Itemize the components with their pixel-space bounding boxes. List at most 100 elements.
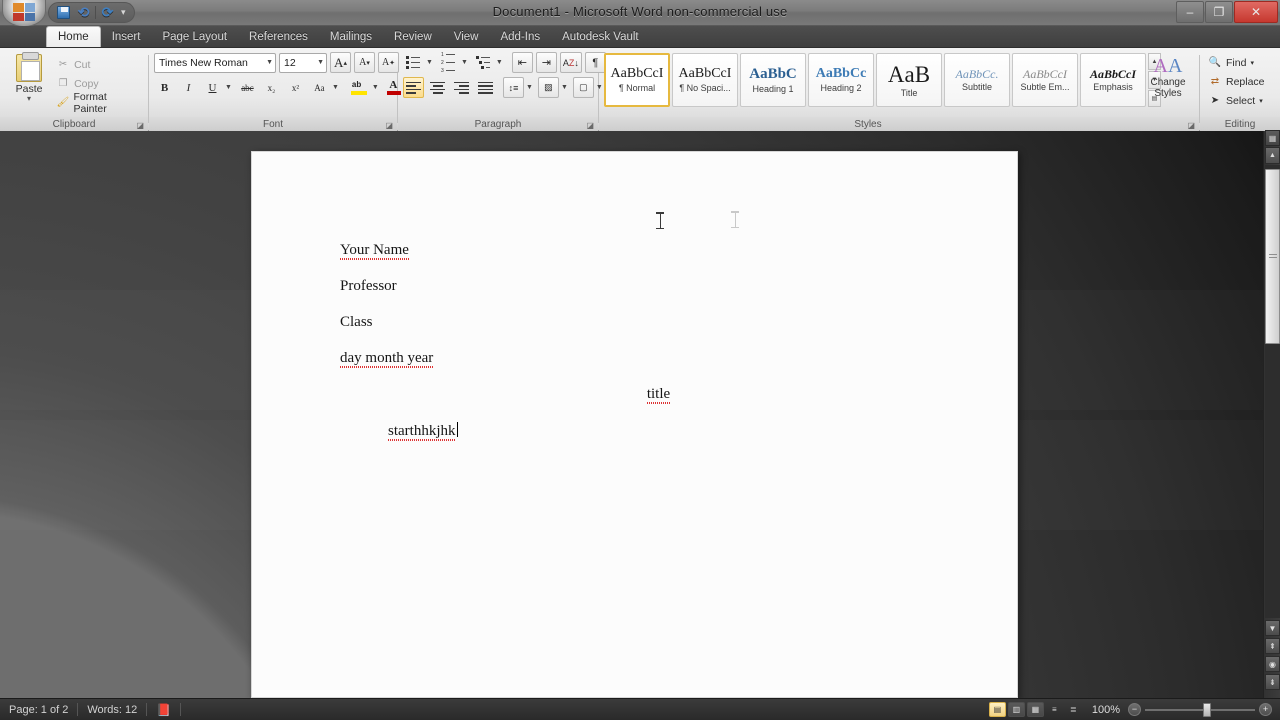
sort-icon[interactable]: AZ↓: [559, 52, 582, 73]
chevron-down-icon[interactable]: ▼: [459, 59, 470, 66]
format-painter-button[interactable]: 🖌 Format Painter: [53, 91, 143, 115]
underline-split-button[interactable]: U ▼: [202, 77, 234, 98]
numbering-split-button[interactable]: 123 ▼: [438, 52, 470, 74]
style-title[interactable]: AaB Title: [876, 53, 942, 107]
scrollbar-ruler-toggle-icon[interactable]: ▦: [1265, 130, 1280, 146]
styles-dialog-launcher[interactable]: ◪: [1187, 121, 1195, 130]
word-count-indicator[interactable]: Words: 12: [78, 704, 146, 716]
view-draft-button[interactable]: ≣: [1065, 702, 1082, 717]
document-page[interactable]: Your Name Professor Class day month year…: [251, 151, 1018, 698]
paragraph-dialog-launcher[interactable]: ◪: [586, 121, 594, 130]
style-subtitle[interactable]: AaBbCc. Subtitle: [944, 53, 1010, 107]
superscript-button[interactable]: x²: [285, 77, 306, 98]
style-no-spacing[interactable]: AaBbCcI ¶ No Spaci...: [672, 53, 738, 107]
minimize-button[interactable]: –: [1176, 1, 1204, 23]
zoom-in-button[interactable]: +: [1259, 703, 1272, 716]
chevron-down-icon[interactable]: ▼: [494, 59, 505, 66]
paragraph-title[interactable]: title: [340, 386, 977, 404]
align-right-icon[interactable]: [451, 77, 472, 98]
find-button[interactable]: 🔍 Find ▾: [1205, 54, 1257, 71]
view-outline-button[interactable]: ≡: [1046, 702, 1063, 717]
view-web-layout-button[interactable]: ▦: [1026, 702, 1044, 717]
style-normal[interactable]: AaBbCcI ¶ Normal: [604, 53, 670, 107]
undo-icon[interactable]: ⟲: [75, 4, 92, 21]
change-case-split-button[interactable]: Aa ▼: [309, 77, 341, 98]
zoom-slider[interactable]: [1145, 702, 1255, 717]
shrink-font-button[interactable]: A ▾: [354, 52, 375, 73]
line-spacing-icon[interactable]: ↕≡: [503, 77, 524, 98]
change-case-button[interactable]: Aa: [309, 77, 330, 98]
scrollbar-track[interactable]: [1265, 165, 1280, 618]
tab-autodesk-vault[interactable]: Autodesk Vault: [551, 26, 650, 47]
previous-page-button[interactable]: ⇞: [1265, 638, 1280, 654]
underline-button[interactable]: U: [202, 77, 223, 98]
scrollbar-thumb[interactable]: [1265, 169, 1280, 344]
style-subtle-emphasis[interactable]: AaBbCcI Subtle Em...: [1012, 53, 1078, 107]
clipboard-dialog-launcher[interactable]: ◪: [136, 121, 144, 130]
chevron-down-icon[interactable]: ▾: [1250, 59, 1254, 67]
chevron-down-icon[interactable]: ▼: [370, 84, 381, 91]
chevron-down-icon[interactable]: ▾: [121, 7, 126, 18]
view-full-screen-reading-button[interactable]: ▥: [1007, 702, 1025, 717]
grow-font-button[interactable]: A ▴: [330, 52, 351, 73]
chevron-down-icon[interactable]: ▼: [330, 84, 341, 91]
font-size-combobox[interactable]: 12 ▼: [279, 52, 327, 73]
paragraph-date[interactable]: day month year: [340, 350, 434, 368]
next-page-button[interactable]: ⇟: [1265, 674, 1280, 690]
document-text-body[interactable]: Your Name Professor Class day month year…: [340, 242, 977, 459]
text-highlight-icon[interactable]: ab: [348, 77, 370, 98]
font-name-combobox[interactable]: Times New Roman ▼: [154, 52, 276, 73]
close-button[interactable]: ✕: [1234, 1, 1278, 23]
page-indicator[interactable]: Page: 1 of 2: [0, 704, 77, 716]
paragraph-body-start[interactable]: starthhkjhk: [388, 422, 458, 441]
chevron-down-icon[interactable]: ▾: [1259, 97, 1263, 105]
chevron-down-icon[interactable]: ▾: [27, 95, 31, 103]
subscript-button[interactable]: x₂: [261, 77, 282, 98]
cut-button[interactable]: ✂ Cut: [53, 56, 143, 73]
view-print-layout-button[interactable]: ▤: [988, 702, 1006, 717]
zoom-out-button[interactable]: −: [1128, 703, 1141, 716]
style-heading-1[interactable]: AaBbC Heading 1: [740, 53, 806, 107]
select-browse-object-button[interactable]: ◉: [1265, 656, 1280, 672]
tab-insert[interactable]: Insert: [101, 26, 152, 47]
decrease-indent-icon[interactable]: ⇤: [511, 52, 533, 73]
tab-page-layout[interactable]: Page Layout: [151, 26, 238, 47]
paragraph-your-name[interactable]: Your Name: [340, 242, 409, 260]
multilevel-list-icon[interactable]: [473, 52, 494, 73]
tab-review[interactable]: Review: [383, 26, 443, 47]
chevron-down-icon[interactable]: ▼: [524, 84, 535, 91]
strikethrough-button[interactable]: abc: [237, 77, 258, 98]
align-center-icon[interactable]: [427, 77, 448, 98]
redo-icon[interactable]: ⟳: [99, 4, 116, 21]
bullets-split-button[interactable]: ▼: [403, 52, 435, 73]
vertical-scrollbar[interactable]: ▦ ▲ ▼ ⇞ ◉ ⇟: [1263, 130, 1280, 698]
text-highlight-split-button[interactable]: ab ▼: [348, 77, 381, 98]
restore-button[interactable]: ❐: [1205, 1, 1233, 23]
numbering-icon[interactable]: 123: [438, 52, 459, 74]
proofing-errors-icon[interactable]: 📕: [147, 703, 180, 717]
italic-button[interactable]: I: [178, 77, 199, 98]
replace-button[interactable]: ⇄ Replace: [1205, 73, 1268, 90]
paragraph-class[interactable]: Class: [340, 314, 373, 331]
copy-button[interactable]: ❐ Copy: [53, 75, 143, 92]
zoom-level-label[interactable]: 100%: [1092, 704, 1124, 716]
scroll-down-button[interactable]: ▼: [1265, 620, 1280, 636]
tab-mailings[interactable]: Mailings: [319, 26, 383, 47]
font-dialog-launcher[interactable]: ◪: [385, 121, 393, 130]
increase-indent-icon[interactable]: ⇥: [535, 52, 557, 73]
bold-button[interactable]: B: [154, 77, 175, 98]
zoom-slider-thumb[interactable]: [1203, 702, 1211, 717]
document-area[interactable]: Your Name Professor Class day month year…: [0, 131, 1280, 698]
style-heading-2[interactable]: AaBbCc Heading 2: [808, 53, 874, 107]
paragraph-professor[interactable]: Professor: [340, 278, 397, 295]
align-left-icon[interactable]: [403, 77, 424, 98]
borders-icon[interactable]: ▢: [572, 77, 594, 98]
line-spacing-split-button[interactable]: ↕≡ ▼: [503, 77, 535, 98]
shading-split-button[interactable]: ▨ ▼: [537, 77, 570, 98]
tab-home[interactable]: Home: [46, 26, 101, 47]
tab-view[interactable]: View: [443, 26, 490, 47]
save-icon[interactable]: [55, 5, 72, 21]
chevron-down-icon[interactable]: ▼: [223, 84, 234, 91]
tab-add-ins[interactable]: Add-Ins: [489, 26, 551, 47]
paste-button[interactable]: Paste ▾: [5, 52, 53, 103]
